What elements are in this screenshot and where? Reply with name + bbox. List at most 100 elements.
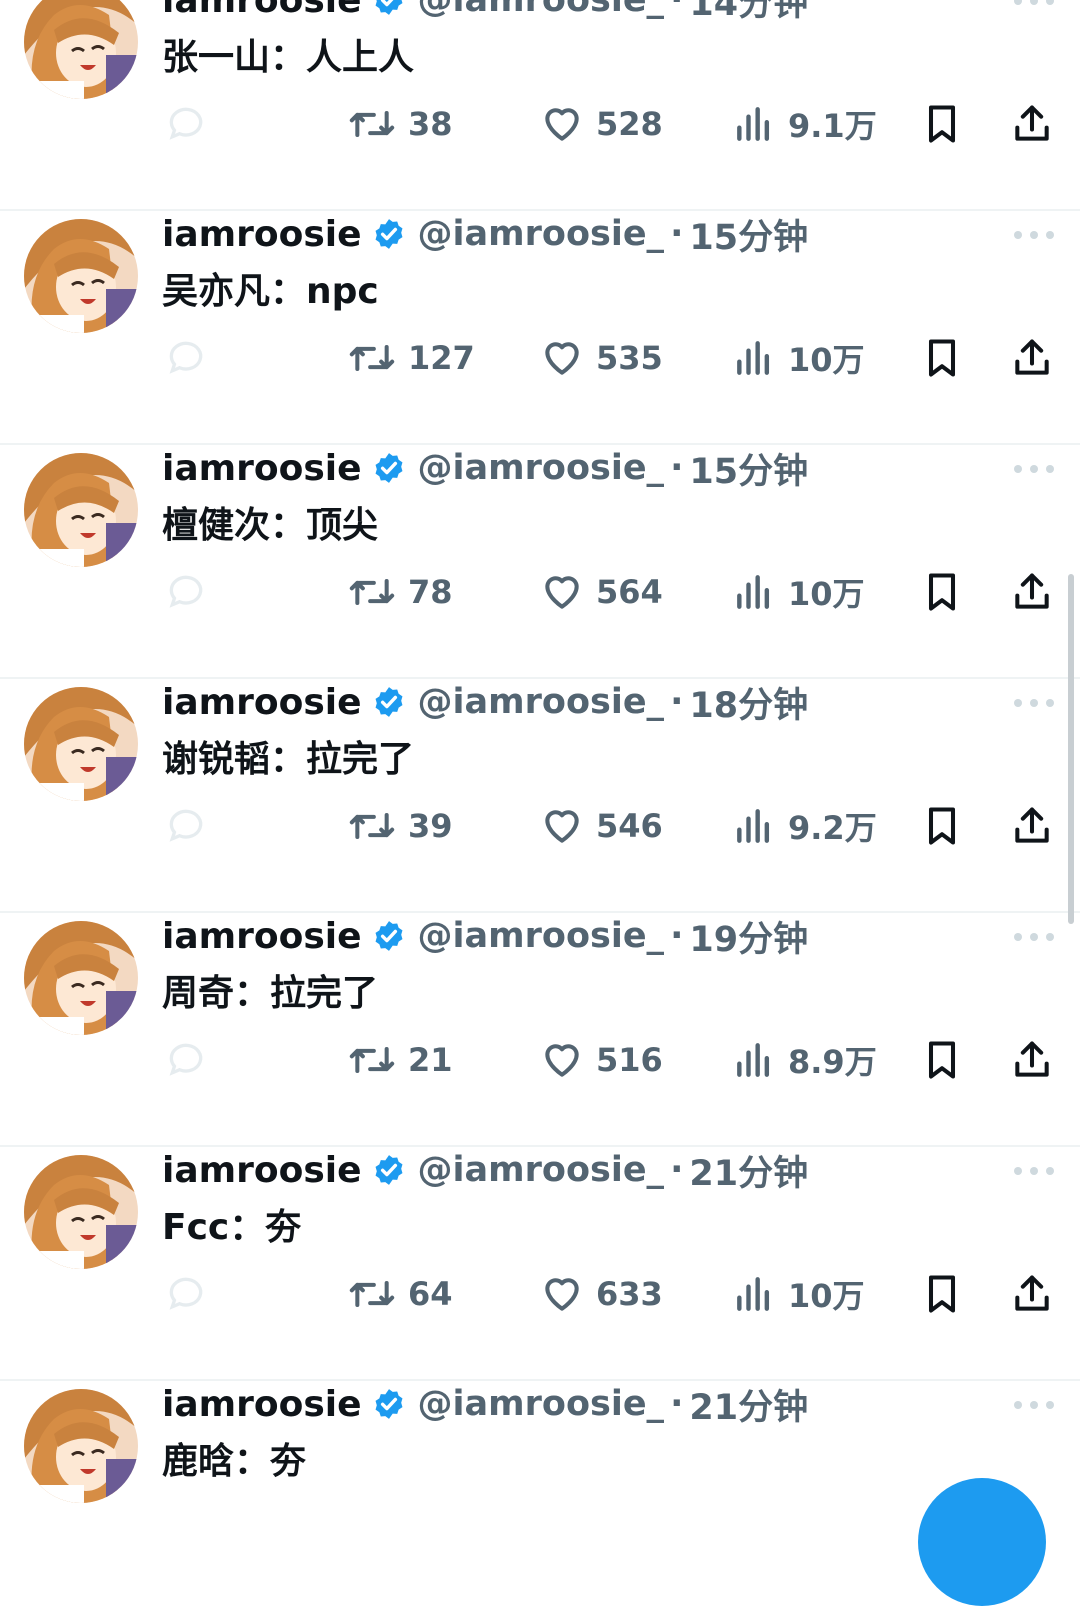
tweet-text: 谢锐韬：拉完了 [162,739,415,780]
bookmark-button[interactable] [920,1270,964,1318]
display-name[interactable]: iamroosie [162,1384,362,1425]
tweet-header: iamroosie @iamroosie_ · 15分钟 [162,446,808,492]
separator-dot: · [670,448,684,488]
share-button[interactable] [1010,568,1054,616]
avatar[interactable] [24,921,138,1035]
retweet-button[interactable]: 21 [348,1036,453,1084]
share-button[interactable] [1010,100,1054,148]
avatar[interactable] [24,1155,138,1269]
more-options-icon[interactable] [1014,464,1054,474]
share-icon [1015,1041,1049,1077]
reply-button[interactable] [164,568,208,616]
display-name[interactable]: iamroosie [162,916,362,957]
views-button[interactable]: 10万 [732,334,865,382]
like-count: 528 [596,105,663,143]
avatar[interactable] [24,1389,138,1503]
scrollbar[interactable] [1068,574,1074,924]
user-handle[interactable]: @iamroosie_ [418,682,665,722]
tweet[interactable]: iamroosie @iamroosie_ · 21分钟 鹿晗：夯 [0,1382,1080,1505]
tweet-header: iamroosie @iamroosie_ · 18分钟 [162,680,808,726]
views-button[interactable]: 8.9万 [732,1036,877,1084]
more-options-icon[interactable] [1014,1400,1054,1410]
analytics-icon [737,107,770,141]
user-handle[interactable]: @iamroosie_ [418,916,665,956]
reply-button[interactable] [164,1036,208,1084]
tweet-text: 鹿晗：夯 [162,1441,307,1482]
like-button[interactable]: 546 [540,802,663,850]
reply-button[interactable] [164,1270,208,1318]
retweet-button[interactable]: 39 [348,802,453,850]
bookmark-button[interactable] [920,334,964,382]
tweet[interactable]: iamroosie @iamroosie_ · 18分钟 谢锐韬：拉完了 39 … [0,680,1080,913]
share-button[interactable] [1010,802,1054,850]
user-handle[interactable]: @iamroosie_ [418,214,665,254]
bookmark-button[interactable] [920,100,964,148]
tweet-header: iamroosie @iamroosie_ · 14分钟 [162,0,808,24]
display-name[interactable]: iamroosie [162,214,362,255]
share-button[interactable] [1010,1036,1054,1084]
avatar[interactable] [24,219,138,333]
reply-button[interactable] [164,802,208,850]
display-name[interactable]: iamroosie [162,1150,362,1191]
tweet-time[interactable]: 14分钟 [689,0,808,26]
avatar[interactable] [24,0,138,99]
more-options-icon[interactable] [1014,1166,1054,1176]
views-button[interactable]: 9.1万 [732,100,877,148]
avatar[interactable] [24,453,138,567]
retweet-button[interactable]: 38 [348,100,453,148]
views-button[interactable]: 10万 [732,1270,865,1318]
bookmark-button[interactable] [920,802,964,850]
separator-dot: · [670,0,684,20]
like-button[interactable]: 535 [540,334,663,382]
like-count: 546 [596,807,663,845]
share-button[interactable] [1010,334,1054,382]
user-handle[interactable]: @iamroosie_ [418,0,665,20]
tweet-time[interactable]: 15分钟 [689,443,808,494]
retweet-count: 64 [408,1275,453,1313]
share-icon [1015,339,1049,375]
bookmark-icon [928,573,956,611]
reply-button[interactable] [164,334,208,382]
like-button[interactable]: 516 [540,1036,663,1084]
tweet-time[interactable]: 18分钟 [689,677,808,728]
more-options-icon[interactable] [1014,698,1054,708]
compose-tweet-button[interactable] [918,1478,1046,1606]
more-options-icon[interactable] [1014,0,1054,6]
tweet-time[interactable]: 19分钟 [689,911,808,962]
display-name[interactable]: iamroosie [162,0,362,21]
heart-icon [545,1044,579,1077]
more-options-icon[interactable] [1014,230,1054,240]
tweet-time[interactable]: 21分钟 [689,1145,808,1196]
like-button[interactable]: 528 [540,100,663,148]
retweet-count: 127 [408,339,475,377]
bookmark-button[interactable] [920,1036,964,1084]
like-button[interactable]: 564 [540,568,663,616]
share-button[interactable] [1010,1270,1054,1318]
like-button[interactable]: 633 [540,1270,663,1318]
tweet[interactable]: iamroosie @iamroosie_ · 21分钟 Fcc：夯 64 63… [0,1148,1080,1381]
retweet-button[interactable]: 127 [348,334,475,382]
heart-icon [545,576,579,609]
user-handle[interactable]: @iamroosie_ [418,1384,665,1424]
retweet-count: 78 [408,573,453,611]
user-handle[interactable]: @iamroosie_ [418,448,665,488]
more-options-icon[interactable] [1014,932,1054,942]
display-name[interactable]: iamroosie [162,448,362,489]
tweet-time[interactable]: 15分钟 [689,209,808,260]
tweet[interactable]: iamroosie @iamroosie_ · 15分钟 檀健次：顶尖 78 5… [0,446,1080,679]
bookmark-button[interactable] [920,568,964,616]
retweet-button[interactable]: 78 [348,568,453,616]
tweet[interactable]: iamroosie @iamroosie_ · 15分钟 吴亦凡：npc 127… [0,212,1080,445]
tweet[interactable]: iamroosie @iamroosie_ · 14分钟 张一山：人上人 38 … [0,0,1080,211]
avatar-image [24,219,138,333]
separator-dot: · [670,916,684,956]
user-handle[interactable]: @iamroosie_ [418,1150,665,1190]
tweet[interactable]: iamroosie @iamroosie_ · 19分钟 周奇：拉完了 21 5… [0,914,1080,1147]
avatar[interactable] [24,687,138,801]
retweet-button[interactable]: 64 [348,1270,453,1318]
display-name[interactable]: iamroosie [162,682,362,723]
views-button[interactable]: 9.2万 [732,802,877,850]
tweet-time[interactable]: 21分钟 [689,1379,808,1430]
views-button[interactable]: 10万 [732,568,865,616]
reply-button[interactable] [164,100,208,148]
